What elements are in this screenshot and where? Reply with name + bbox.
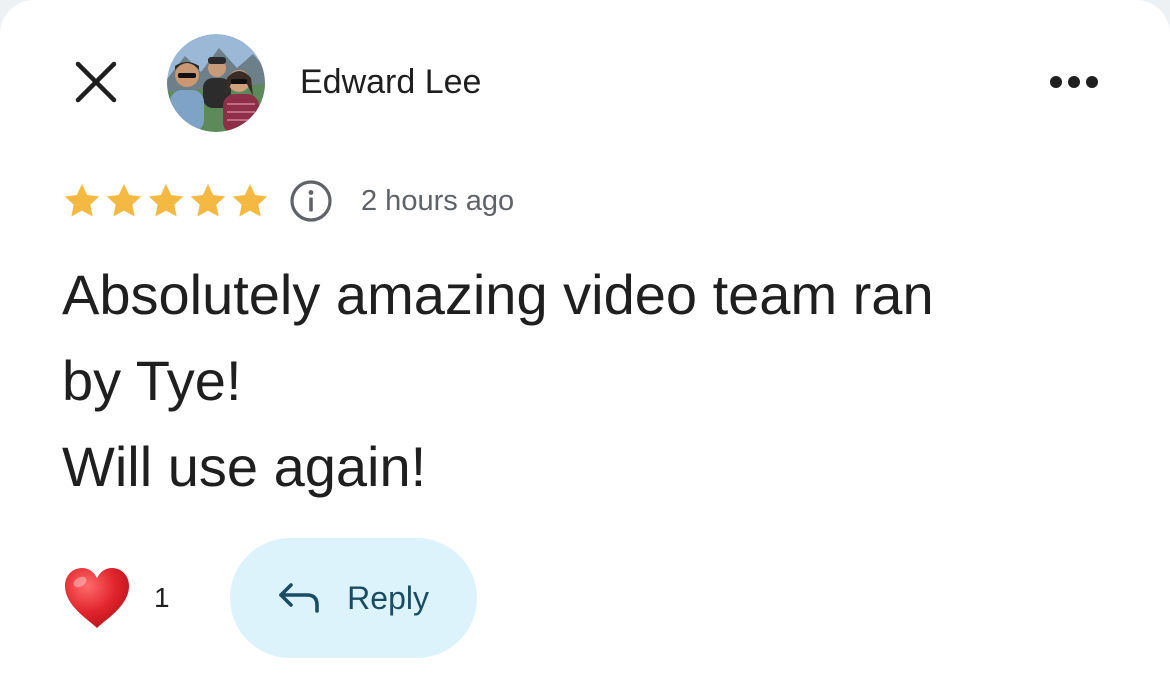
star-rating — [62, 181, 270, 221]
review-line: by Tye! — [62, 349, 242, 412]
heart-icon — [65, 568, 129, 628]
review-line: Will use again! — [62, 435, 427, 498]
like-count: 1 — [154, 582, 170, 613]
review-line: Absolutely amazing video team ran — [62, 263, 934, 326]
like-button[interactable] — [62, 563, 132, 633]
rating-info-button[interactable] — [288, 178, 334, 224]
more-options-button[interactable] — [1040, 58, 1108, 106]
close-icon — [75, 61, 117, 103]
profile-photo — [167, 34, 265, 132]
star-icon — [64, 184, 100, 217]
review-text: Absolutely amazing video team ran by Tye… — [62, 252, 1132, 510]
review-timestamp: 2 hours ago — [361, 184, 515, 217]
info-icon — [290, 180, 332, 222]
rating-row: 2 hours ago — [62, 178, 514, 224]
reply-label: Reply — [347, 579, 429, 616]
star-icon — [106, 184, 142, 217]
star-icon — [190, 184, 226, 217]
review-sheet: Edward Lee 2 hours ago Absolutely amazin… — [0, 0, 1170, 679]
avatar[interactable] — [167, 34, 265, 132]
more-horizontal-icon — [1050, 76, 1098, 88]
reply-button[interactable]: Reply — [229, 538, 477, 658]
author-name[interactable]: Edward Lee — [300, 60, 481, 104]
review-actions: 1 Reply — [62, 538, 477, 658]
star-icon — [232, 184, 268, 217]
close-button[interactable] — [66, 52, 126, 112]
reply-arrow-icon — [279, 583, 319, 613]
star-icon — [148, 184, 184, 217]
